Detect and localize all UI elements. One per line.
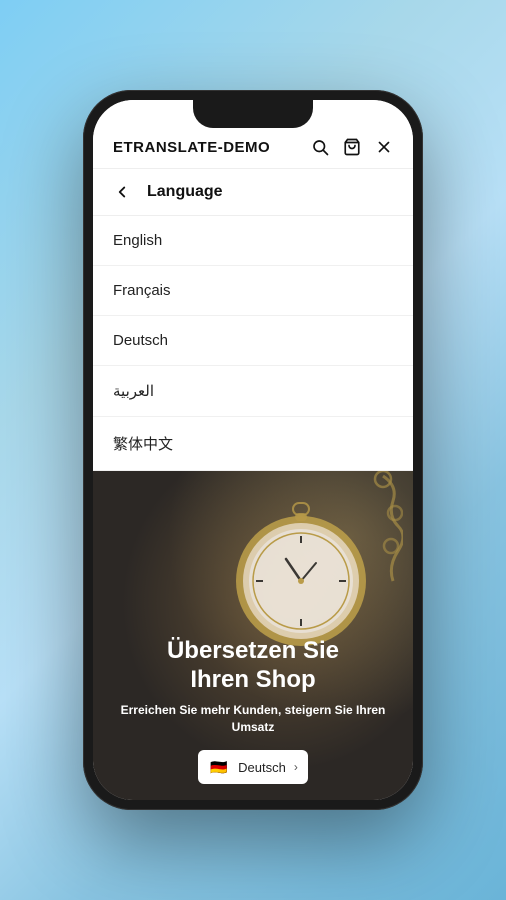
chevron-right-icon: ›	[294, 760, 298, 774]
language-menu: Language English Français Deutsch العربي…	[93, 169, 413, 471]
back-button[interactable]	[113, 183, 131, 201]
language-switcher[interactable]: 🇩🇪 Deutsch ›	[198, 750, 308, 784]
chain-decoration	[343, 471, 403, 591]
header-icons	[311, 138, 393, 156]
phone-notch	[193, 100, 313, 128]
bag-icon[interactable]	[343, 138, 361, 156]
phone-frame: ETRANSLATE-DEMO	[83, 90, 423, 810]
hero-section: Übersetzen Sie Ihren Shop Erreichen Sie …	[93, 471, 413, 800]
language-menu-title: Language	[147, 183, 223, 201]
switcher-label: Deutsch	[238, 760, 286, 775]
hero-title: Übersetzen Sie Ihren Shop	[113, 637, 393, 695]
search-icon[interactable]	[311, 138, 329, 156]
language-item-ar[interactable]: العربية	[93, 366, 413, 417]
language-item-fr[interactable]: Français	[93, 266, 413, 316]
language-item-en[interactable]: English	[93, 216, 413, 266]
close-icon[interactable]	[375, 138, 393, 156]
language-item-de[interactable]: Deutsch	[93, 316, 413, 366]
language-item-zh[interactable]: 繁体中文	[93, 417, 413, 471]
language-menu-header: Language	[93, 169, 413, 216]
flag-icon: 🇩🇪	[208, 756, 230, 778]
phone-screen: ETRANSLATE-DEMO	[93, 100, 413, 800]
hero-content: Übersetzen Sie Ihren Shop Erreichen Sie …	[93, 637, 413, 800]
hero-subtitle: Erreichen Sie mehr Kunden, steigern Sie …	[113, 702, 393, 736]
app-title: ETRANSLATE-DEMO	[113, 139, 270, 156]
